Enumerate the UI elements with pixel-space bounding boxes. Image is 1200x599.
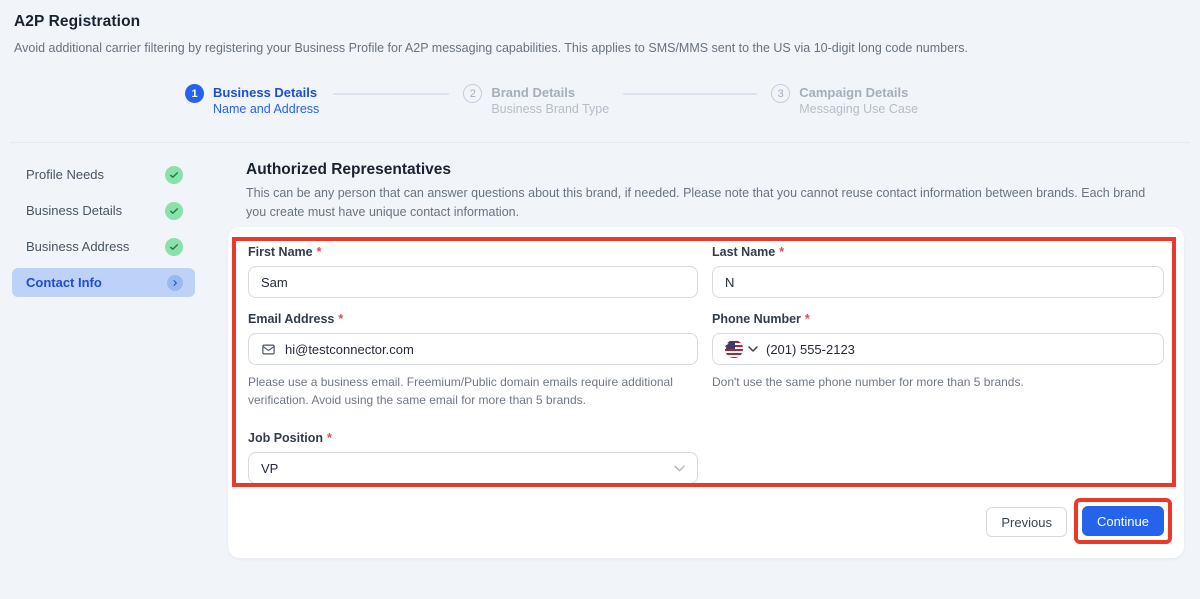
step-1-sublabel: Name and Address	[213, 102, 319, 116]
check-circle-icon	[165, 202, 183, 220]
step-1-circle: 1	[185, 84, 204, 103]
registration-stepper: 1 Business Details Name and Address 2 Br…	[185, 84, 918, 116]
last-name-field-group: Last Name *	[712, 245, 1164, 298]
page-header: A2P Registration Avoid additional carrie…	[14, 13, 1194, 55]
check-circle-icon	[165, 166, 183, 184]
phone-label-text: Phone Number	[712, 312, 801, 326]
phone-country-selector[interactable]	[725, 340, 758, 358]
step-3-label: Campaign Details	[799, 84, 918, 101]
check-circle-icon	[165, 238, 183, 256]
step-2-sublabel: Business Brand Type	[491, 102, 609, 116]
job-position-label: Job Position *	[248, 431, 698, 446]
step-connector	[623, 93, 757, 95]
page-subtitle: Avoid additional carrier filtering by re…	[14, 41, 1194, 55]
phone-helper-text: Don't use the same phone number for more…	[712, 373, 1164, 391]
step-brand-details[interactable]: 2 Brand Details Business Brand Type	[463, 84, 609, 116]
step-3-sublabel: Messaging Use Case	[799, 102, 918, 116]
section-heading: Authorized Representatives	[246, 161, 451, 179]
first-name-input[interactable]	[261, 275, 685, 290]
previous-button[interactable]: Previous	[986, 507, 1067, 537]
last-name-input-wrap	[712, 266, 1164, 298]
sidebar-item-business-details[interactable]: Business Details	[12, 196, 195, 225]
sidebar-item-label: Business Details	[26, 203, 122, 218]
job-position-value: VP	[261, 461, 278, 476]
phone-input-wrap	[712, 333, 1164, 365]
section-description: This can be any person that can answer q…	[246, 184, 1162, 223]
first-name-field-group: First Name *	[248, 245, 698, 298]
step-2-label: Brand Details	[491, 84, 609, 101]
sidebar-item-business-address[interactable]: Business Address	[12, 232, 195, 261]
sidebar-item-contact-info[interactable]: Contact Info	[12, 268, 195, 297]
annotation-box-continue: Continue	[1074, 498, 1172, 544]
step-2-circle: 2	[463, 84, 482, 103]
job-position-label-text: Job Position	[248, 431, 323, 445]
page-title: A2P Registration	[14, 13, 1194, 31]
job-position-select[interactable]: VP	[248, 452, 698, 484]
step-1-label: Business Details	[213, 84, 319, 101]
us-flag-icon	[725, 340, 743, 358]
required-asterisk: *	[779, 245, 784, 259]
email-field-group: Email Address * Please use a business ema…	[248, 312, 698, 409]
required-asterisk: *	[805, 312, 810, 326]
continue-button[interactable]: Continue	[1082, 506, 1164, 536]
last-name-label: Last Name *	[712, 245, 1164, 260]
step-connector	[333, 93, 449, 95]
required-asterisk: *	[338, 312, 343, 326]
last-name-label-text: Last Name	[712, 245, 775, 259]
step-business-details[interactable]: 1 Business Details Name and Address	[185, 84, 319, 116]
authorized-representative-form: First Name * Last Name * Email Address *	[248, 245, 1164, 498]
email-label: Email Address *	[248, 312, 698, 327]
required-asterisk: *	[317, 245, 322, 259]
form-steps-sidebar: Profile Needs Business Details Business …	[12, 160, 195, 304]
sidebar-item-label: Contact Info	[26, 275, 102, 290]
email-label-text: Email Address	[248, 312, 334, 326]
form-footer: Previous Continue	[986, 498, 1172, 544]
sidebar-item-label: Profile Needs	[26, 167, 104, 182]
phone-field-group: Phone Number * Don't use the same phone n…	[712, 312, 1164, 409]
phone-label: Phone Number *	[712, 312, 1164, 327]
step-3-circle: 3	[771, 84, 790, 103]
a2p-registration-page: A2P Registration Avoid additional carrie…	[0, 0, 1200, 599]
job-position-field-group: Job Position * VP	[248, 431, 698, 484]
first-name-label-text: First Name	[248, 245, 313, 259]
chevron-down-icon	[674, 465, 685, 472]
envelope-icon	[261, 342, 276, 357]
sidebar-item-label: Business Address	[26, 239, 129, 254]
last-name-input[interactable]	[725, 275, 1151, 290]
chevron-down-icon	[748, 346, 758, 352]
first-name-label: First Name *	[248, 245, 698, 260]
email-input-wrap	[248, 333, 698, 365]
email-helper-text: Please use a business email. Freemium/Pu…	[248, 373, 688, 409]
required-asterisk: *	[327, 431, 332, 445]
email-input[interactable]	[285, 342, 685, 357]
step-campaign-details[interactable]: 3 Campaign Details Messaging Use Case	[771, 84, 918, 116]
first-name-input-wrap	[248, 266, 698, 298]
sidebar-item-profile-needs[interactable]: Profile Needs	[12, 160, 195, 189]
chevron-right-icon	[167, 275, 183, 291]
phone-input[interactable]	[766, 342, 1151, 357]
header-divider	[10, 142, 1190, 143]
